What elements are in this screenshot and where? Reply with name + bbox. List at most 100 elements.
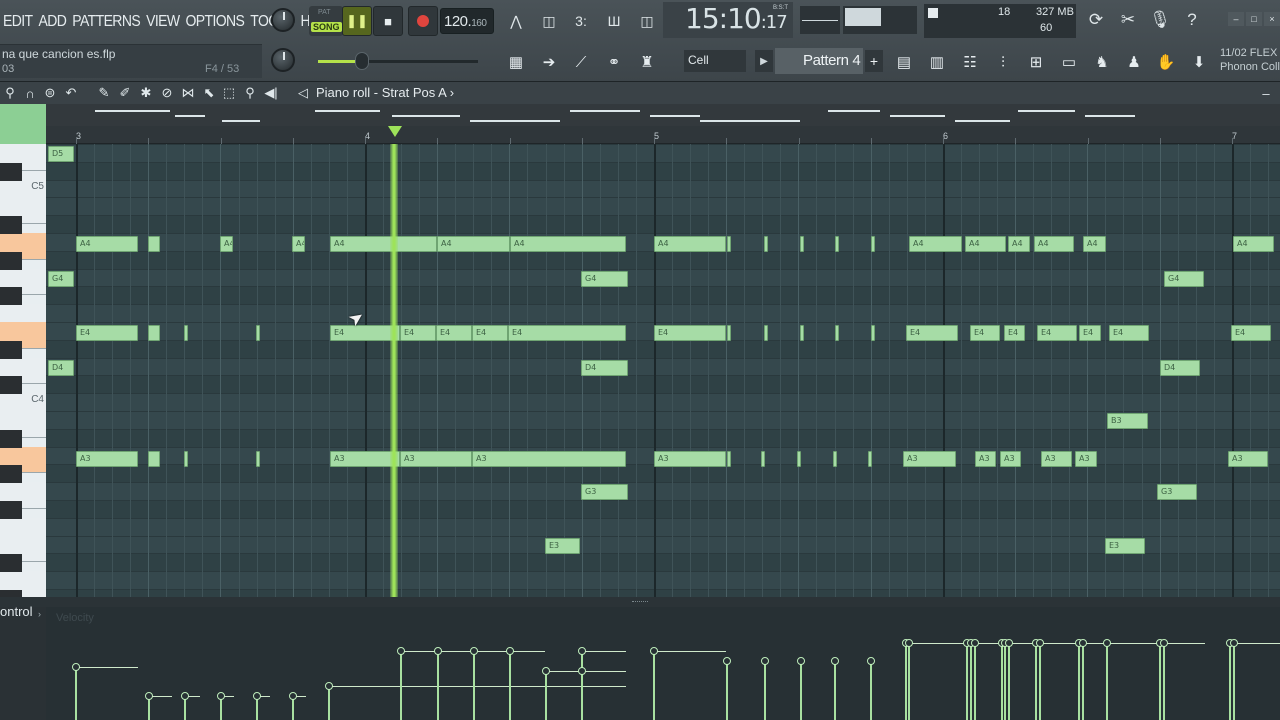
key-gs4[interactable]	[0, 251, 22, 270]
delete-icon[interactable]: ✱	[138, 85, 154, 101]
stop-button[interactable]: ■	[373, 6, 403, 36]
note[interactable]: E4	[1109, 325, 1149, 341]
note[interactable]: G4	[1164, 270, 1204, 287]
close-icon[interactable]: ×	[1264, 12, 1280, 26]
key-fs4[interactable]	[0, 287, 22, 306]
velocity-handle[interactable]	[831, 657, 839, 665]
mixer-icon[interactable]: ⫶	[989, 48, 1017, 76]
playhead-marker[interactable]	[388, 126, 402, 137]
velocity-handle[interactable]	[971, 639, 979, 647]
note[interactable]: E4	[400, 325, 436, 341]
note[interactable]: D4	[48, 359, 74, 376]
note[interactable]	[727, 236, 731, 252]
note[interactable]: G3	[1157, 484, 1197, 501]
velocity-handle[interactable]	[1036, 639, 1044, 647]
news-text[interactable]: Phonon Coll	[1220, 61, 1280, 73]
note[interactable]: A4	[76, 236, 138, 252]
note[interactable]: E3	[545, 537, 580, 554]
note[interactable]	[833, 450, 837, 467]
note[interactable]: E4	[1004, 325, 1025, 341]
note[interactable]: A4	[965, 236, 1006, 252]
note[interactable]: D4	[1160, 359, 1200, 376]
main-pitch-knob[interactable]	[271, 48, 295, 72]
pencil-icon[interactable]: ✎	[96, 85, 112, 101]
magnet-icon[interactable]: ∩	[22, 85, 38, 101]
velocity-handle[interactable]	[434, 647, 442, 655]
note[interactable]: A3	[1041, 450, 1072, 467]
arrow-right-icon[interactable]: ➔	[535, 48, 563, 76]
microphone-icon[interactable]: 🎙	[1146, 6, 1174, 34]
velocity-handle[interactable]	[1079, 639, 1087, 647]
metronome-small-icon[interactable]: ♜	[633, 48, 661, 76]
add-pattern-button[interactable]: +	[865, 50, 883, 72]
velocity-handle[interactable]	[867, 657, 875, 665]
note[interactable]: A3	[400, 450, 472, 467]
undo-history-icon[interactable]: ⟳	[1082, 6, 1110, 34]
note[interactable]	[800, 325, 804, 341]
note[interactable]	[835, 236, 839, 252]
play-pause-button[interactable]: ❚❚	[342, 6, 372, 36]
note[interactable]	[256, 325, 260, 341]
key-ds4[interactable]	[0, 340, 22, 359]
velocity-handle[interactable]	[761, 657, 769, 665]
menu-circle-icon[interactable]: ⊜	[42, 85, 58, 101]
key-fs3[interactable]	[0, 501, 22, 519]
note[interactable]: B3	[1107, 413, 1148, 429]
note[interactable]: A3	[903, 450, 956, 467]
piano-keyboard[interactable]: C5 C4	[0, 144, 46, 597]
note[interactable]	[764, 325, 768, 341]
note[interactable]: E4	[1231, 325, 1271, 341]
note[interactable]: A4	[1008, 236, 1030, 252]
velocity-handle[interactable]	[1160, 639, 1168, 647]
minimize-icon[interactable]: –	[1228, 12, 1244, 26]
touch-keyboard-icon[interactable]: ✋	[1152, 48, 1180, 76]
playlist-icon[interactable]: ▤	[890, 48, 918, 76]
snap-select[interactable]: Cell	[684, 50, 746, 72]
note[interactable]: A4	[510, 236, 626, 252]
menu-view[interactable]: VIEW	[143, 11, 182, 29]
note[interactable]: A3	[1000, 450, 1021, 467]
note[interactable]: E4	[906, 325, 958, 341]
project-info-icon[interactable]: ▭	[1055, 48, 1083, 76]
velocity-handle[interactable]	[506, 647, 514, 655]
note[interactable]: A4	[1083, 236, 1106, 252]
note[interactable]: A3	[654, 450, 726, 467]
note[interactable]: E4	[1037, 325, 1077, 341]
note[interactable]: A4	[220, 236, 233, 252]
note[interactable]: E4	[970, 325, 1000, 341]
key-gs3[interactable]	[0, 465, 22, 484]
note[interactable]	[871, 236, 875, 252]
paint-icon[interactable]: ✐	[117, 85, 133, 101]
lane-divider[interactable]	[0, 597, 1280, 607]
download-icon[interactable]: ⬇	[1185, 48, 1213, 76]
note[interactable]	[148, 450, 160, 467]
note[interactable]	[727, 450, 731, 467]
note[interactable]: A3	[975, 450, 996, 467]
countdown-icon[interactable]: 3:	[567, 8, 595, 34]
maximize-icon[interactable]: □	[1246, 12, 1262, 26]
velocity-handle[interactable]	[578, 667, 586, 675]
velocity-handle[interactable]	[723, 657, 731, 665]
piano-roll-title[interactable]: Piano roll - Strat Pos A ›	[316, 85, 454, 100]
note[interactable]: E4	[654, 325, 726, 341]
key-as4[interactable]	[0, 216, 22, 235]
key-cs4[interactable]	[0, 376, 22, 395]
plugin-picker-icon[interactable]: ♟	[1120, 48, 1148, 76]
note-grid[interactable]: D5 A4 A4 A4 A4 A4 A4 A4 A4 A4 A4 A4 A4 A4 G4 G4 G4 E4 E4 E4…	[46, 144, 1280, 597]
note[interactable]	[871, 325, 875, 341]
cut-icon[interactable]: ✂	[1114, 6, 1142, 34]
menu-options[interactable]: OPTIONS	[182, 11, 247, 29]
menu-patterns[interactable]: PATTERNS	[69, 11, 143, 29]
control-label[interactable]: ontrol	[0, 604, 33, 619]
piano-roll-menu-icon[interactable]: ⚲	[2, 85, 18, 101]
control-arrow[interactable]: ›	[38, 609, 41, 619]
select-box-icon[interactable]: ⬚	[221, 85, 237, 101]
note[interactable]: G3	[581, 484, 628, 501]
note[interactable]	[727, 325, 731, 341]
note[interactable]: A3	[1228, 450, 1268, 467]
note[interactable]: A4	[1034, 236, 1074, 252]
slice-icon[interactable]: ⋈	[180, 85, 196, 101]
velocity-handle[interactable]	[1103, 639, 1111, 647]
note[interactable]: A4	[1233, 236, 1274, 252]
speaker-icon[interactable]: ◁	[295, 85, 311, 101]
